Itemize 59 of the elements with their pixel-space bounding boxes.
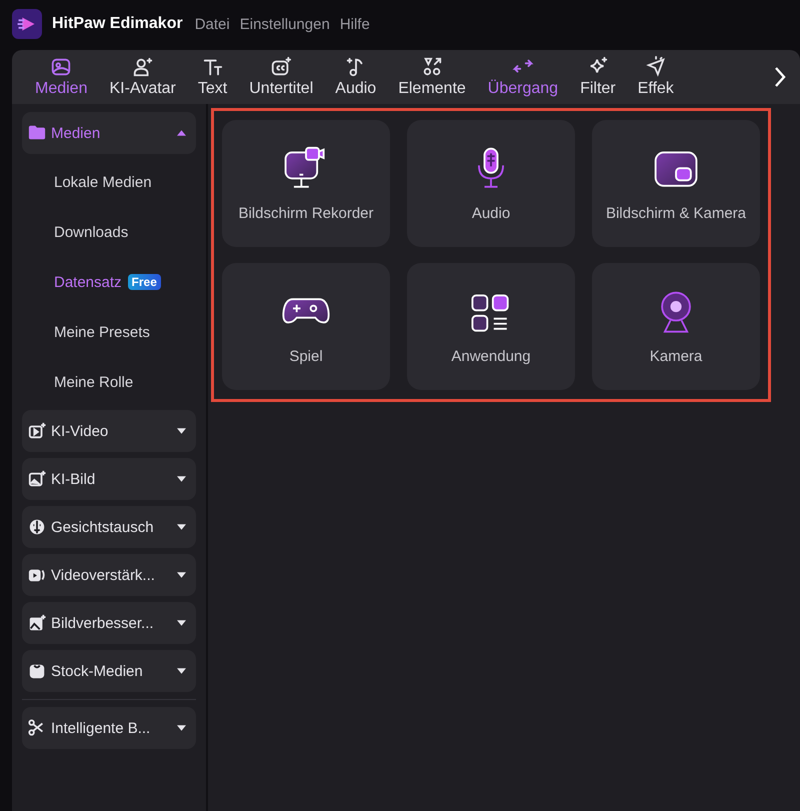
sidebar-item[interactable]: Meine Presets bbox=[22, 310, 196, 354]
app-logo-icon bbox=[12, 9, 42, 39]
image-plus-icon bbox=[28, 470, 46, 488]
caret-down-icon bbox=[177, 620, 186, 626]
caret-down-icon bbox=[177, 428, 186, 434]
toolbar-tab[interactable]: Untertitel bbox=[238, 56, 324, 98]
sidebar-group[interactable]: Intelligente B... bbox=[22, 707, 196, 749]
scroll-right-button[interactable] bbox=[774, 66, 786, 88]
sidebar-item-label: Datensatz bbox=[54, 274, 122, 290]
menu-item[interactable]: Hilfe bbox=[340, 16, 370, 32]
sidebar-group[interactable]: Bildverbesser... bbox=[22, 602, 196, 644]
face-icon bbox=[28, 518, 46, 536]
toolbar-tab[interactable]: KI-Avatar bbox=[98, 56, 187, 98]
sidebar-group[interactable]: Medien bbox=[22, 112, 196, 154]
toolbar-tab[interactable]: Text bbox=[186, 56, 238, 98]
sidebar-item[interactable]: Meine Rolle bbox=[22, 360, 196, 404]
sidebar-item[interactable]: Datensatz Free bbox=[22, 260, 196, 304]
recorder-card[interactable]: Spiel bbox=[222, 263, 390, 390]
app-name: HitPaw Edimakor bbox=[52, 15, 183, 33]
caret-down-icon bbox=[177, 668, 186, 674]
video-plus-icon bbox=[28, 422, 46, 440]
recorder-card[interactable]: Kamera bbox=[592, 263, 760, 390]
caret-down-icon bbox=[177, 524, 186, 530]
toolbar-tab[interactable]: Filter bbox=[569, 56, 627, 98]
sidebar-item-label: Meine Presets bbox=[54, 324, 150, 340]
caret-down-icon bbox=[177, 725, 186, 731]
image-icon bbox=[50, 56, 72, 78]
recorder-card[interactable]: Anwendung bbox=[407, 263, 575, 390]
person-plus-icon bbox=[132, 56, 154, 78]
scissors-icon bbox=[28, 719, 46, 737]
toolbar-tab[interactable]: Medien bbox=[24, 56, 98, 98]
recorder-card[interactable]: Audio bbox=[407, 120, 575, 247]
sidebar-group[interactable]: Videoverstärk... bbox=[22, 554, 196, 596]
recorder-card[interactable]: Bildschirm & Kamera bbox=[592, 120, 760, 247]
toolbar-tab[interactable]: Audio bbox=[324, 56, 388, 98]
toolbar-tab[interactable]: Übergang bbox=[476, 56, 570, 98]
recorder-card[interactable]: Bildschirm Rekorder bbox=[222, 120, 390, 247]
sidebar-item-label: Meine Rolle bbox=[54, 374, 134, 390]
menu-item[interactable]: Einstellungen bbox=[240, 16, 330, 32]
sidebar-group[interactable]: KI-Bild bbox=[22, 458, 196, 500]
menu-item[interactable]: Datei bbox=[194, 16, 230, 32]
toolbar-tab[interactable]: Elemente bbox=[387, 56, 477, 98]
caret-down-icon bbox=[177, 572, 186, 578]
sidebar-group[interactable]: KI-Video bbox=[22, 410, 196, 452]
sidebar-item-label: Downloads bbox=[54, 224, 128, 240]
captions-icon bbox=[270, 56, 292, 78]
sidebar-item[interactable]: Downloads bbox=[22, 210, 196, 254]
caret-down-icon bbox=[177, 476, 186, 482]
sidebar-item[interactable]: Lokale Medien bbox=[22, 160, 196, 204]
free-badge: Free bbox=[128, 274, 161, 290]
bag-icon bbox=[28, 662, 46, 680]
sidebar-group[interactable]: Stock-Medien bbox=[22, 650, 196, 692]
sidebar-group[interactable]: Gesichtstausch bbox=[22, 506, 196, 548]
chevron-right-icon bbox=[774, 66, 786, 88]
sidebar-item-label: Lokale Medien bbox=[54, 174, 152, 190]
image-icon bbox=[28, 614, 46, 632]
folder-icon bbox=[28, 124, 46, 142]
toolbar-tab[interactable]: Effek bbox=[626, 56, 685, 98]
caret-up-icon bbox=[177, 130, 186, 136]
